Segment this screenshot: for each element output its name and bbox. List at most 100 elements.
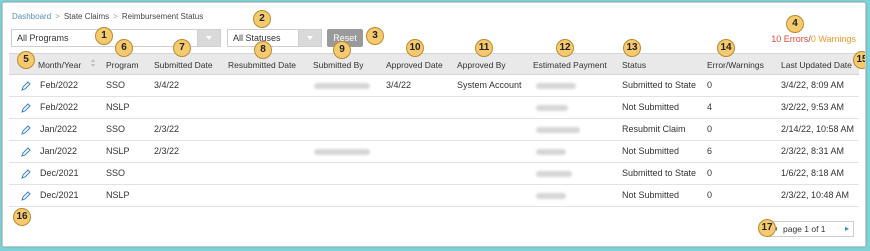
program-filter-value: All Programs xyxy=(17,33,69,43)
redacted-estimated-payment xyxy=(536,149,566,155)
annotation-badge: 8 xyxy=(254,41,272,59)
annotation-badge: 16 xyxy=(13,208,31,226)
cell-error-warnings: 0 xyxy=(707,190,713,200)
cell-error-warnings: 0 xyxy=(707,168,713,178)
pencil-edit-icon[interactable] xyxy=(20,190,32,202)
redacted-estimated-payment xyxy=(536,83,576,89)
error-warning-summary: 10 Errors/0 Warnings xyxy=(771,34,856,44)
annotation-badge: 14 xyxy=(717,39,735,57)
cell-status: Not Submitted xyxy=(622,102,680,112)
cell-approved-date: 3/4/22 xyxy=(386,80,412,90)
redacted-submitted-by xyxy=(314,83,370,89)
column-header-program[interactable]: Program xyxy=(106,60,139,70)
cell-error-warnings: 0 xyxy=(707,124,713,134)
redacted-estimated-payment xyxy=(536,105,568,111)
table-row[interactable]: Jan/2022 SSO 2/3/22 Resubmit Claim 0 2/1… xyxy=(9,119,859,141)
cell-status: Resubmit Claim xyxy=(622,124,686,134)
breadcrumb-separator: > xyxy=(113,12,118,21)
cell-month-year: Dec/2021 xyxy=(40,190,79,200)
status-filter-select[interactable]: All Statuses xyxy=(227,29,322,47)
reimbursement-status-panel: Dashboard > State Claims > Reimbursement Sta… xyxy=(2,2,866,247)
cell-status: Submitted to State xyxy=(622,168,697,178)
cell-month-year: Feb/2022 xyxy=(40,102,79,112)
table-header: Month/Year Program Submitted Date Resubm… xyxy=(9,53,859,75)
annotation-badge: 15 xyxy=(853,51,865,69)
column-header-status[interactable]: Status xyxy=(622,60,646,70)
annotation-badge: 13 xyxy=(623,39,641,57)
table-row[interactable]: Dec/2021 NSLP Not Submitted 0 2/3/22, 10… xyxy=(9,185,859,207)
annotation-badge: 1 xyxy=(95,27,113,45)
page-indicator: page 1 of 1 xyxy=(783,224,826,234)
cell-last-updated-date: 2/14/22, 10:58 AM xyxy=(781,124,855,134)
breadcrumb-current: Reimbursement Status xyxy=(121,12,204,21)
next-page-button[interactable]: ▸ xyxy=(841,222,853,236)
column-header-last-updated-date[interactable]: Last Updated Date xyxy=(781,60,852,70)
chevron-down-icon[interactable] xyxy=(298,30,321,46)
claims-table: Month/Year Program Submitted Date Resubm… xyxy=(9,53,859,207)
annotation-badge: 6 xyxy=(115,39,133,57)
chevron-down-icon[interactable] xyxy=(197,30,220,46)
errors-count-link[interactable]: 10 Errors xyxy=(771,34,808,44)
redacted-submitted-by xyxy=(314,149,370,155)
table-row[interactable]: Feb/2022 SSO 3/4/22 3/4/22 System Accoun… xyxy=(9,75,859,97)
pencil-edit-icon[interactable] xyxy=(20,168,32,180)
table-row[interactable]: Feb/2022 NSLP Not Submitted 4 3/2/22, 9:… xyxy=(9,97,859,119)
redacted-estimated-payment xyxy=(536,127,580,133)
column-header-approved-date[interactable]: Approved Date xyxy=(386,60,443,70)
pencil-edit-icon[interactable] xyxy=(20,124,32,136)
table-row[interactable]: Jan/2022 NSLP 2/3/22 Not Submitted 6 2/3… xyxy=(9,141,859,163)
column-header-estimated-payment[interactable]: Estimated Payment xyxy=(533,60,607,70)
cell-month-year: Jan/2022 xyxy=(40,124,78,134)
cell-program: NSLP xyxy=(106,146,130,156)
cell-program: NSLP xyxy=(106,102,130,112)
annotation-badge: 3 xyxy=(366,27,384,45)
cell-status: Not Submitted xyxy=(622,190,680,200)
table-row[interactable]: Dec/2021 SSO Submitted to State 0 1/6/22… xyxy=(9,163,859,185)
cell-submitted-date: 3/4/22 xyxy=(154,80,180,90)
column-header-approved-by[interactable]: Approved By xyxy=(457,60,506,70)
cell-approved-by: System Account xyxy=(457,80,522,90)
breadcrumb-dashboard[interactable]: Dashboard xyxy=(12,12,51,21)
cell-status: Not Submitted xyxy=(622,146,680,156)
annotation-badge: 2 xyxy=(253,10,271,28)
annotation-badge: 10 xyxy=(406,39,424,57)
column-header-month-year[interactable]: Month/Year xyxy=(38,60,81,70)
annotation-badge: 17 xyxy=(758,219,776,237)
column-header-resubmitted-date[interactable]: Resubmitted Date xyxy=(228,60,296,70)
annotation-badge: 9 xyxy=(333,41,351,59)
cell-last-updated-date: 3/2/22, 9:53 AM xyxy=(781,102,845,112)
cell-month-year: Jan/2022 xyxy=(40,146,78,156)
cell-last-updated-date: 2/3/22, 8:31 AM xyxy=(781,146,845,156)
cell-month-year: Feb/2022 xyxy=(40,80,79,90)
cell-last-updated-date: 3/4/22, 8:09 AM xyxy=(781,80,845,90)
cell-last-updated-date: 2/3/22, 10:48 AM xyxy=(781,190,850,200)
cell-status: Submitted to State xyxy=(622,80,697,90)
redacted-estimated-payment xyxy=(536,193,566,199)
annotation-badge: 4 xyxy=(786,15,804,33)
column-header-error-warnings[interactable]: Error/Warnings xyxy=(707,60,764,70)
cell-error-warnings: 4 xyxy=(707,102,713,112)
cell-program: SSO xyxy=(106,168,126,178)
column-header-submitted-date[interactable]: Submitted Date xyxy=(154,60,213,70)
annotation-badge: 12 xyxy=(556,39,574,57)
annotation-badge: 5 xyxy=(17,51,35,69)
breadcrumb-separator: > xyxy=(55,12,60,21)
redacted-estimated-payment xyxy=(536,171,572,177)
cell-month-year: Dec/2021 xyxy=(40,168,79,178)
breadcrumb-state-claims[interactable]: State Claims xyxy=(64,12,109,21)
pagination: ◂ page 1 of 1 ▸ xyxy=(768,221,854,237)
pencil-edit-icon[interactable] xyxy=(20,146,32,158)
annotation-badge: 7 xyxy=(173,39,191,57)
cell-program: NSLP xyxy=(106,190,130,200)
warnings-count-link[interactable]: 0 Warnings xyxy=(811,34,856,44)
pencil-edit-icon[interactable] xyxy=(20,102,32,114)
cell-submitted-date: 2/3/22 xyxy=(154,124,180,134)
annotation-badge: 11 xyxy=(475,39,493,57)
cell-last-updated-date: 1/6/22, 8:18 AM xyxy=(781,168,845,178)
cell-submitted-date: 2/3/22 xyxy=(154,146,180,156)
column-header-submitted-by[interactable]: Submitted By xyxy=(313,60,364,70)
cell-program: SSO xyxy=(106,80,126,90)
pencil-edit-icon[interactable] xyxy=(20,80,32,92)
cell-program: SSO xyxy=(106,124,126,134)
sort-icon[interactable] xyxy=(91,59,95,69)
